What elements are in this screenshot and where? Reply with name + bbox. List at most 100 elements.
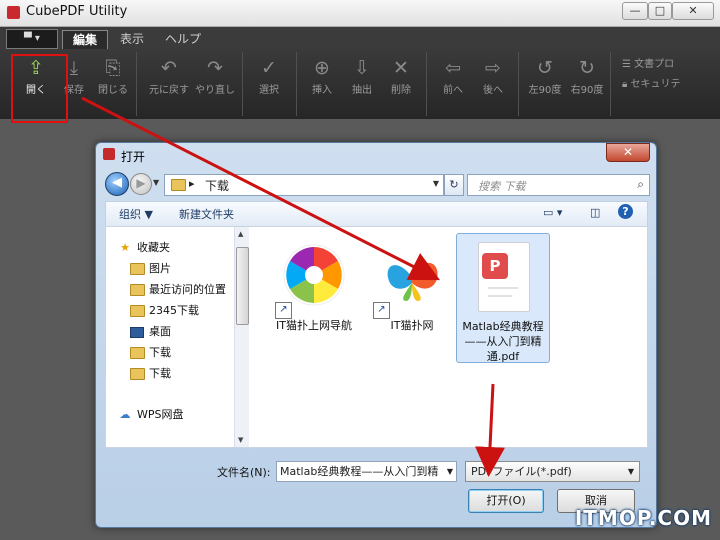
scroll-up-icon[interactable]: ▲ bbox=[238, 230, 243, 238]
tab-view[interactable]: 表示 bbox=[110, 30, 154, 49]
recent-places-icon bbox=[130, 283, 145, 296]
scrollbar-thumb[interactable] bbox=[236, 247, 249, 325]
nav-item-favorites[interactable]: ★ 收藏夹 bbox=[118, 239, 170, 255]
refresh-button[interactable]: ↻ bbox=[444, 174, 464, 196]
nav-item-downloads[interactable]: 下载 bbox=[130, 344, 171, 360]
nav-item-recent[interactable]: 最近访问的位置 bbox=[130, 281, 226, 297]
rotate-right-icon: ↻ bbox=[579, 57, 595, 79]
nav-label: 最近访问的位置 bbox=[149, 283, 226, 296]
undo-button[interactable]: ↶ 元に戻す bbox=[146, 49, 192, 111]
properties-icon: ☰ bbox=[622, 59, 635, 70]
file-item-it-maopu[interactable]: ↗ IT猫扑网 bbox=[366, 233, 458, 361]
filename-label: 文件名(N): bbox=[217, 466, 271, 479]
nav-label: 收藏夹 bbox=[137, 241, 170, 254]
minimize-button[interactable]: — bbox=[622, 2, 648, 20]
butterfly-shortcut-icon: ↗ bbox=[373, 239, 447, 319]
chevron-down-icon[interactable]: ▼ bbox=[433, 179, 439, 188]
back-button[interactable]: ◀ bbox=[105, 172, 129, 196]
preview-pane-button[interactable]: ◫ bbox=[590, 206, 600, 219]
app-logo-icon bbox=[7, 6, 20, 19]
rotate-left-label: 左90度 bbox=[528, 85, 562, 96]
search-placeholder: 搜索 下载 bbox=[478, 180, 526, 193]
redo-label: やり直し bbox=[195, 85, 235, 96]
nav-label: WPS网盘 bbox=[137, 408, 184, 421]
properties-label: 文書プロ bbox=[634, 59, 675, 70]
close-button[interactable]: ⎘ 閉じる bbox=[90, 49, 136, 111]
folder-icon bbox=[171, 179, 186, 191]
dialog-close-button[interactable]: ✕ bbox=[606, 143, 650, 162]
pdf-text-line bbox=[488, 287, 518, 289]
delete-icon: ✕ bbox=[393, 57, 409, 79]
path-separator: ▸ bbox=[189, 177, 195, 190]
nav-label: 下载 bbox=[149, 346, 171, 359]
document-properties-button[interactable]: ☰ 文書プロ bbox=[622, 55, 674, 70]
browser-shortcut-icon: ↗ bbox=[275, 239, 349, 319]
file-browser: ★ 收藏夹 图片 最近访问的位置 2345下载 桌面 下载 下载 ☁ WPS网盘 ▲… bbox=[105, 226, 648, 448]
nav-item-pictures[interactable]: 图片 bbox=[130, 260, 171, 276]
rotate-left-button[interactable]: ↺ 左90度 bbox=[522, 49, 568, 111]
security-button[interactable]: 🔒︎ セキュリテ bbox=[622, 75, 681, 90]
star-icon: ★ bbox=[120, 241, 130, 254]
navigation-pane: ★ 收藏夹 图片 最近访问的位置 2345下载 桌面 下载 下载 ☁ WPS网盘 bbox=[106, 227, 235, 447]
organize-button[interactable]: 组织 ▼ bbox=[119, 206, 153, 222]
ribbon-tab-bar: ▀ ▾ 編集 表示 ヘルプ bbox=[0, 27, 720, 50]
insert-icon: ⊕ bbox=[314, 57, 330, 79]
dialog-title: 打开 bbox=[121, 150, 146, 164]
shortcut-arrow-icon: ↗ bbox=[275, 302, 292, 319]
next-icon: ⇨ bbox=[485, 57, 501, 79]
file-menu-button[interactable]: ▀ ▾ bbox=[6, 29, 58, 49]
previous-icon: ⇦ bbox=[445, 57, 461, 79]
history-dropdown-icon[interactable]: ▼ bbox=[153, 178, 159, 187]
open-file-button[interactable]: 打开(O) bbox=[468, 489, 544, 513]
next-label: 後へ bbox=[483, 85, 503, 96]
close-icon: ⎘ bbox=[105, 57, 121, 79]
select-button[interactable]: ✓ 選択 bbox=[246, 49, 292, 111]
title-bar: CubePDF Utility — □ ✕ bbox=[0, 0, 720, 27]
address-bar[interactable]: ▸ 下载 ▼ bbox=[164, 174, 444, 196]
undo-label: 元に戻す bbox=[149, 85, 189, 96]
pdf-badge-icon: P bbox=[482, 253, 508, 279]
next-button[interactable]: ⇨ 後へ bbox=[470, 49, 516, 111]
open-button-highlight bbox=[11, 54, 68, 123]
watermark: ITMOP.COM bbox=[574, 506, 712, 530]
nav-item-desktop[interactable]: 桌面 bbox=[130, 323, 171, 339]
view-options-button[interactable]: ▭ ▾ bbox=[543, 206, 562, 219]
rotate-right-button[interactable]: ↻ 右90度 bbox=[564, 49, 610, 111]
nav-scrollbar[interactable]: ▲ ▼ bbox=[234, 227, 249, 447]
file-name: Matlab经典教程——从入门到精通.pdf bbox=[462, 320, 544, 363]
pdf-document-shape: P bbox=[478, 242, 530, 312]
ribbon-toolbar: ⇪ 開く ⤓ 保存 ⎘ 閉じる ↶ 元に戻す ↷ やり直し ✓ 選択 ⊕ 挿入 … bbox=[0, 49, 720, 119]
nav-item-wps-cloud[interactable]: ☁ WPS网盘 bbox=[118, 406, 184, 422]
new-folder-button[interactable]: 新建文件夹 bbox=[179, 206, 234, 222]
delete-label: 削除 bbox=[391, 85, 411, 96]
maximize-button[interactable]: □ bbox=[648, 2, 672, 20]
chevron-down-icon[interactable]: ▼ bbox=[447, 462, 453, 481]
chevron-down-icon[interactable]: ▼ bbox=[628, 462, 634, 481]
forward-button[interactable]: ▶ bbox=[130, 173, 152, 195]
file-item-it-navigation[interactable]: ↗ IT猫扑上网导航 bbox=[268, 233, 360, 361]
nav-item-downloads-2[interactable]: 下载 bbox=[130, 365, 171, 381]
tab-edit[interactable]: 編集 bbox=[62, 30, 108, 50]
dialog-app-icon bbox=[103, 148, 115, 160]
filetype-select[interactable]: PDFファイル(*.pdf) ▼ bbox=[465, 461, 640, 482]
select-label: 選択 bbox=[259, 85, 279, 96]
help-icon[interactable]: ? bbox=[618, 204, 633, 219]
extract-icon: ⇩ bbox=[354, 57, 370, 79]
lock-icon: 🔒︎ bbox=[622, 79, 631, 90]
insert-label: 挿入 bbox=[312, 85, 332, 96]
nav-label: 图片 bbox=[149, 262, 171, 275]
file-item-matlab-pdf[interactable]: P Matlab经典教程——从入门到精通.pdf bbox=[456, 233, 550, 363]
search-input[interactable]: 搜索 下载 ⌕ bbox=[467, 174, 650, 196]
filename-input[interactable]: Matlab经典教程——从入门到精 ▼ bbox=[276, 461, 457, 482]
scroll-down-icon[interactable]: ▼ bbox=[238, 436, 243, 444]
app-title: CubePDF Utility bbox=[26, 4, 128, 19]
previous-label: 前へ bbox=[443, 85, 463, 96]
nav-label: 2345下载 bbox=[149, 304, 199, 317]
file-name: IT猫扑网 bbox=[390, 319, 434, 332]
redo-button[interactable]: ↷ やり直し bbox=[192, 49, 238, 111]
nav-item-2345-downloads[interactable]: 2345下载 bbox=[130, 302, 199, 318]
search-icon: ⌕ bbox=[637, 177, 644, 191]
tab-help[interactable]: ヘルプ bbox=[160, 30, 206, 49]
window-close-button[interactable]: ✕ bbox=[672, 2, 714, 20]
delete-button[interactable]: ✕ 削除 bbox=[378, 49, 424, 111]
